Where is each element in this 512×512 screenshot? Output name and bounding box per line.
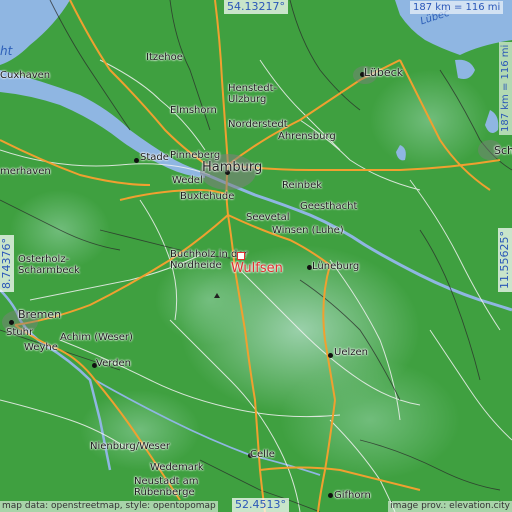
label-norderstedt: Norderstedt bbox=[228, 119, 288, 130]
label-verden: Verden bbox=[96, 358, 131, 369]
label-celle: Celle bbox=[250, 449, 275, 460]
uelzen-dot bbox=[328, 353, 333, 358]
label-lueneburg: Lüneburg bbox=[312, 261, 360, 272]
coord-right: 11.55625° bbox=[498, 228, 512, 292]
label-reinbek: Reinbek bbox=[282, 180, 323, 191]
label-stuhr: Stuhr bbox=[6, 327, 34, 338]
label-achim: Achim (Weser) bbox=[60, 332, 133, 343]
coord-bottom: 52.4513° bbox=[232, 498, 289, 512]
attribution-left: map data: openstreetmap, style: opentopo… bbox=[0, 501, 218, 512]
label-osterholz: Osterholz- Scharmbeck bbox=[18, 254, 80, 276]
label-merhaven: merhaven bbox=[0, 166, 51, 177]
label-geesthacht: Geesthacht bbox=[300, 201, 358, 212]
coord-top: 54.13217° bbox=[224, 0, 288, 14]
label-seevetal: Seevetal bbox=[246, 212, 290, 223]
label-neustadt: Neustadt am Rübenberge bbox=[134, 476, 199, 498]
label-uelzen: Uelzen bbox=[334, 347, 368, 358]
topographic-map[interactable]: Hamburg Lübeck Bremen Itzehoe Cuxhaven H… bbox=[0, 0, 512, 512]
label-luebeck: Lübeck bbox=[364, 66, 404, 79]
scale-top-right: 187 km = 116 mi bbox=[410, 1, 504, 14]
label-stade: Stade bbox=[140, 152, 169, 163]
scale-right-vertical: 187 km = 116 mi bbox=[499, 41, 512, 135]
label-gifhorn: Gifhorn bbox=[334, 490, 371, 501]
stade-dot bbox=[134, 158, 139, 163]
attribution-right: image prov.: elevation.city bbox=[388, 501, 512, 512]
label-bight: ht bbox=[0, 44, 13, 58]
summit-icon bbox=[214, 293, 220, 298]
target-label[interactable]: Wulfsen bbox=[231, 261, 283, 276]
label-wedemark: Wedemark bbox=[150, 462, 204, 473]
label-weyhe: Weyhe bbox=[24, 342, 58, 353]
bremen-dot bbox=[9, 320, 14, 325]
label-buxtehude: Buxtehude bbox=[180, 191, 235, 202]
label-schwerin: Sch bbox=[494, 144, 512, 157]
label-winsen: Winsen (Luhe) bbox=[272, 225, 344, 236]
label-cuxhaven: Cuxhaven bbox=[0, 70, 51, 81]
label-bremen: Bremen bbox=[18, 308, 62, 321]
label-henstedt: Henstedt- Ulzburg bbox=[228, 83, 278, 105]
label-ahrensburg: Ahrensburg bbox=[278, 131, 336, 142]
label-elmshorn: Elmshorn bbox=[170, 105, 217, 116]
label-itzehoe: Itzehoe bbox=[146, 52, 183, 63]
label-nienburg: Nienburg/Weser bbox=[90, 441, 171, 452]
gifhorn-dot bbox=[328, 493, 333, 498]
label-wedel: Wedel bbox=[172, 175, 203, 186]
coord-left: 8.74376° bbox=[0, 235, 14, 292]
target-marker-icon[interactable] bbox=[237, 252, 245, 260]
label-hamburg: Hamburg bbox=[202, 160, 263, 175]
label-pinneberg: Pinneberg bbox=[170, 150, 221, 161]
